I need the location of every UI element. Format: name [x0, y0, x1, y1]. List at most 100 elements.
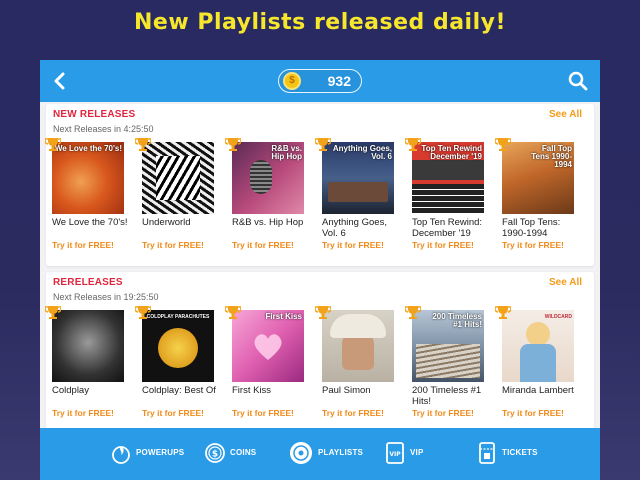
album-art: R&B vs. Hip Hop [232, 142, 304, 214]
search-button[interactable] [568, 71, 588, 91]
art-label: Fall Top Tens 1990-1994 [531, 144, 572, 169]
nav-label: TICKETS [502, 448, 538, 457]
playlist-card[interactable]: We Love the 70's! We Love the 70's! Try … [45, 138, 134, 264]
trophy-icon [405, 306, 421, 319]
ticket-icon [479, 442, 495, 464]
try-free-link[interactable]: Try it for FREE! [502, 240, 564, 250]
trophy-icon [315, 138, 331, 151]
album-art: We Love the 70's! [52, 142, 124, 214]
playlist-title: Top Ten Rewind: December '19 [412, 217, 483, 239]
nav-label: VIP [410, 448, 424, 457]
playlist-title: Paul Simon [322, 385, 371, 396]
svg-text:VIP: VIP [389, 451, 401, 458]
trophy-icon [405, 138, 421, 151]
trophy-icon [315, 306, 331, 319]
album-art: 200 Timeless #1 Hits! [412, 310, 484, 382]
trophy-icon [45, 306, 61, 319]
art-label: WILDCARD [544, 314, 572, 320]
playlist-card[interactable]: 200 Timeless #1 Hits! 200 Timeless #1 Hi… [405, 306, 494, 432]
section-title: RERELEASES [53, 277, 123, 288]
vip-card-icon: VIP [386, 442, 404, 464]
playlist-title: First Kiss [232, 385, 272, 396]
nav-coins[interactable]: $ COINS [204, 442, 264, 466]
trophy-icon [225, 306, 241, 319]
album-art: COLDPLAY PARACHUTES [142, 310, 214, 382]
playlist-title: 200 Timeless #1 Hits! [412, 385, 482, 407]
trophy-icon [135, 138, 151, 151]
nav-tickets[interactable]: TICKETS [476, 442, 546, 466]
playlist-card[interactable]: WILDCARD Miranda Lambert Try it for FREE… [495, 306, 584, 432]
powerup-icon [112, 446, 130, 464]
bottom-nav: POWERUPS $ COINS PLAYLISTS VIP VIP TICKE… [40, 428, 600, 480]
album-art: Top Ten Rewind December '19 [412, 142, 484, 214]
trophy-icon [225, 138, 241, 151]
try-free-link[interactable]: Try it for FREE! [142, 240, 204, 250]
playlist-title: Fall Top Tens: 1990-1994 [502, 217, 561, 239]
art-label: Anything Goes, Vol. 6 [332, 144, 392, 161]
playlist-title: R&B vs. Hip Hop [232, 217, 304, 228]
playlist-card[interactable]: First Kiss First Kiss Try it for FREE! [225, 306, 314, 432]
top-bar: $ 932 [40, 60, 600, 102]
try-free-link[interactable]: Try it for FREE! [412, 240, 474, 250]
try-free-link[interactable]: Try it for FREE! [502, 408, 564, 418]
art-label: We Love the 70's! [54, 144, 122, 153]
try-free-link[interactable]: Try it for FREE! [412, 408, 474, 418]
nav-label: PLAYLISTS [318, 448, 364, 457]
try-free-link[interactable]: Try it for FREE! [52, 408, 114, 418]
playlist-row: Coldplay Try it for FREE! COLDPLAY PARAC… [45, 306, 600, 436]
playlist-row: We Love the 70's! We Love the 70's! Try … [45, 138, 600, 268]
coin-icon: $ [283, 72, 301, 90]
album-art [322, 310, 394, 382]
nav-label: POWERUPS [136, 448, 185, 457]
playlist-title: Coldplay [52, 385, 89, 396]
try-free-link[interactable]: Try it for FREE! [232, 240, 294, 250]
see-all-link[interactable]: See All [549, 277, 582, 288]
next-release-timer: Next Releases in 19:25:50 [53, 292, 159, 302]
playlist-card[interactable]: Underworld Try it for FREE! [135, 138, 224, 264]
art-label: First Kiss [265, 312, 302, 321]
playlist-title: We Love the 70's! [52, 217, 128, 228]
album-art: WILDCARD [502, 310, 574, 382]
coin-icon: $ [205, 443, 225, 463]
playlist-card[interactable]: Anything Goes, Vol. 6 Anything Goes, Vol… [315, 138, 404, 264]
try-free-link[interactable]: Try it for FREE! [322, 240, 384, 250]
playlist-title: Anything Goes, Vol. 6 [322, 217, 387, 239]
album-art: Fall Top Tens 1990-1994 [502, 142, 574, 214]
nav-playlists[interactable]: PLAYLISTS [290, 442, 370, 466]
coin-balance[interactable]: $ 932 [278, 69, 362, 93]
playlist-card[interactable]: COLDPLAY PARACHUTES Coldplay: Best Of Tr… [135, 306, 224, 432]
search-icon [568, 71, 588, 91]
playlist-card[interactable]: Coldplay Try it for FREE! [45, 306, 134, 432]
nav-label: COINS [230, 448, 257, 457]
art-label: COLDPLAY PARACHUTES [146, 314, 210, 320]
playlist-title: Underworld [142, 217, 191, 228]
try-free-link[interactable]: Try it for FREE! [322, 408, 384, 418]
next-release-timer: Next Releases in 4:25:50 [53, 124, 154, 134]
app-window: $ 932 NEW RELEASES See All Next Releases… [40, 60, 600, 480]
disc-icon [290, 442, 312, 464]
try-free-link[interactable]: Try it for FREE! [232, 408, 294, 418]
see-all-link[interactable]: See All [549, 109, 582, 120]
playlist-card[interactable]: Top Ten Rewind December '19 Top Ten Rewi… [405, 138, 494, 264]
chevron-left-icon [54, 72, 65, 90]
nav-vip[interactable]: VIP VIP [384, 442, 434, 466]
album-art: First Kiss [232, 310, 304, 382]
try-free-link[interactable]: Try it for FREE! [52, 240, 114, 250]
promo-banner: New Playlists released daily! [134, 10, 506, 35]
art-label: R&B vs. Hip Hop [271, 144, 302, 161]
nav-powerups[interactable]: POWERUPS [110, 442, 190, 466]
back-button[interactable] [50, 70, 72, 92]
album-art [142, 142, 214, 214]
heart-icon [254, 334, 282, 360]
coin-count: 932 [327, 73, 351, 89]
trophy-icon [495, 138, 511, 151]
album-art: Anything Goes, Vol. 6 [322, 142, 394, 214]
trophy-icon [495, 306, 511, 319]
try-free-link[interactable]: Try it for FREE! [142, 408, 204, 418]
playlist-card[interactable]: Paul Simon Try it for FREE! [315, 306, 404, 432]
art-label: Top Ten Rewind December '19 [421, 144, 482, 161]
trophy-icon [135, 306, 151, 319]
playlist-title: Miranda Lambert [502, 385, 574, 396]
playlist-card[interactable]: R&B vs. Hip Hop R&B vs. Hip Hop Try it f… [225, 138, 314, 264]
playlist-card[interactable]: Fall Top Tens 1990-1994 Fall Top Tens: 1… [495, 138, 584, 264]
